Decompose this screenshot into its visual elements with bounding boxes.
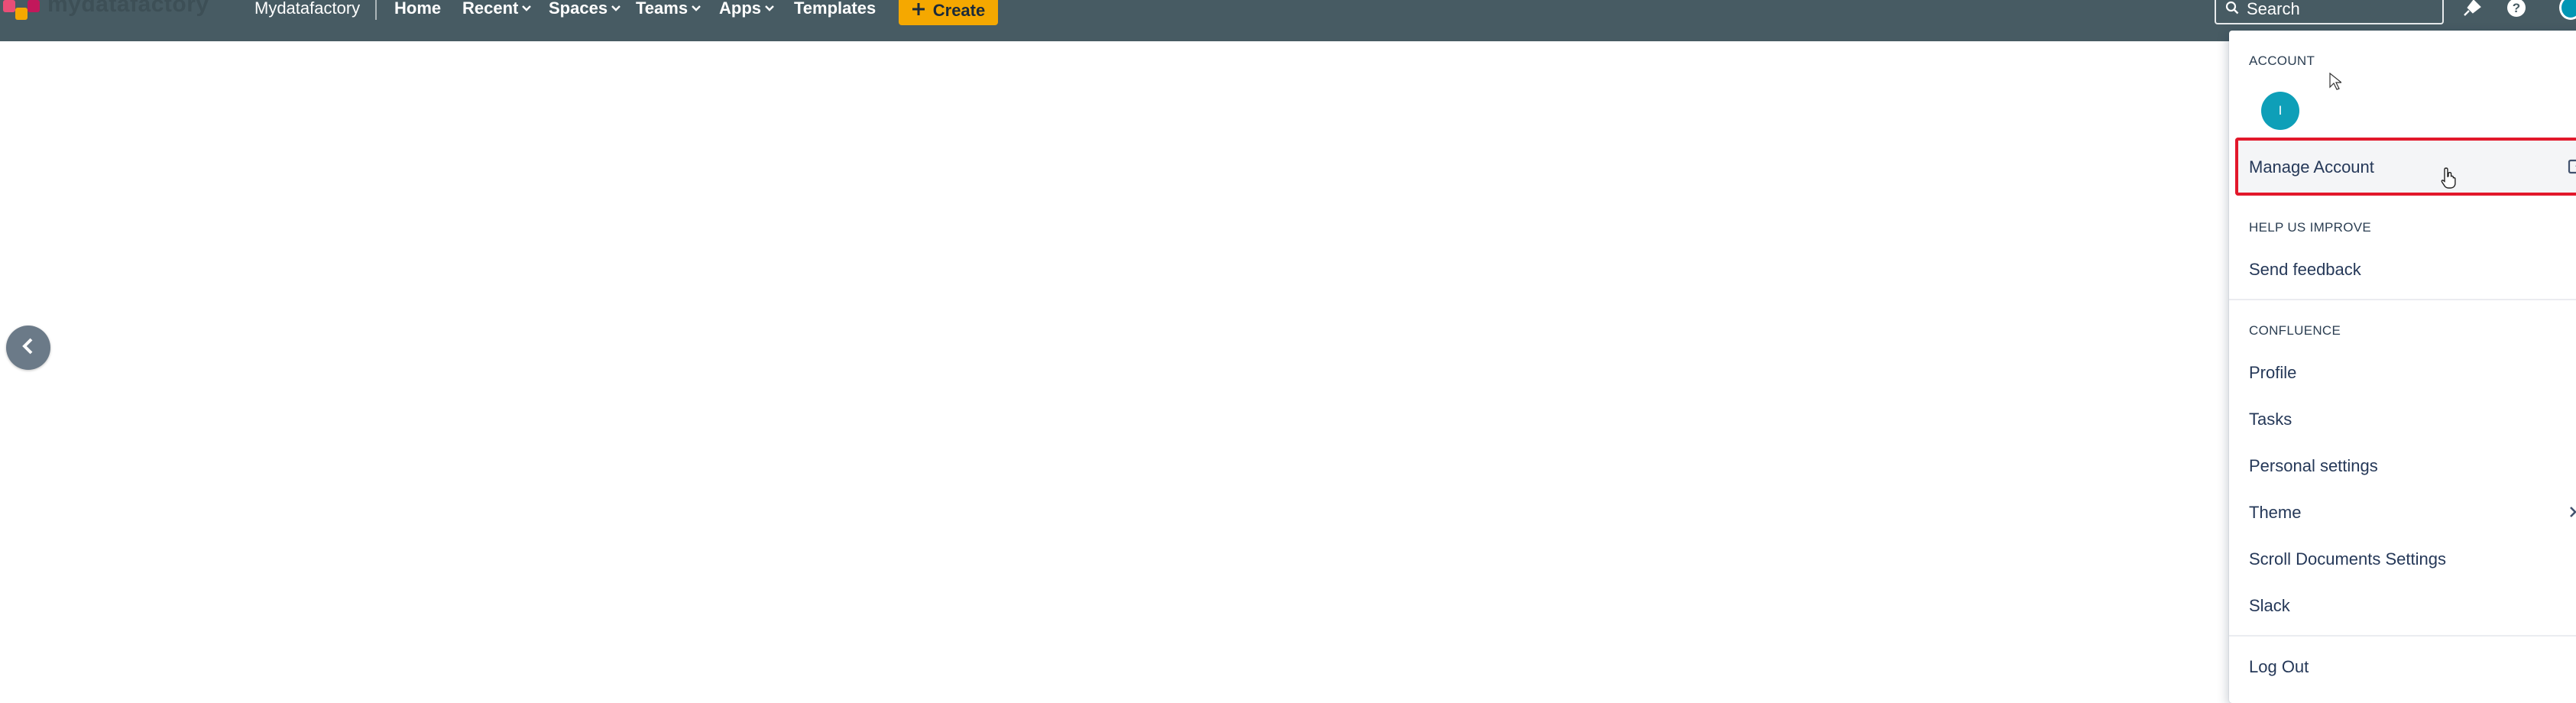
nav-teams[interactable]: Teams [636,0,702,20]
account-dropdown-menu: ACCOUNT I Manage Account HELP US IMPROVE… [2229,31,2576,703]
nav-divider [375,0,377,20]
help-icon[interactable]: ? [2503,0,2529,20]
menu-divider [2229,635,2576,637]
menu-divider [2229,299,2576,300]
user-avatar: I [2261,92,2299,130]
chevron-down-icon [521,0,532,17]
nav-apps[interactable]: Apps [719,0,775,20]
help-heading: HELP US IMPROVE [2249,220,2372,235]
search-icon [2225,0,2239,19]
create-button[interactable]: Create [899,0,998,25]
nav-templates[interactable]: Templates [794,0,876,20]
menu-item-theme[interactable]: Theme [2249,503,2301,523]
manage-account-link[interactable]: Manage Account [2249,157,2374,177]
nav-home-label: Home [394,0,442,18]
svg-text:?: ? [2513,1,2520,15]
chevron-down-icon [691,0,702,17]
top-navigation-bar: mydatafactory Mydatafactory Home Recent … [0,0,2576,41]
app-logo[interactable]: mydatafactory [0,0,209,20]
nav-spaces[interactable]: Spaces [549,0,621,20]
plus-icon [912,1,925,21]
nav-teams-label: Teams [636,0,689,18]
account-heading: ACCOUNT [2249,53,2315,68]
search-placeholder: Search [2247,0,2300,18]
chevron-right-icon [2568,505,2576,523]
external-link-icon [2567,157,2576,180]
avatar[interactable] [2559,0,2576,20]
chevron-down-icon [611,0,621,17]
hand-cursor-icon [2441,167,2458,193]
chevron-left-icon [21,337,36,359]
logo-mark-icon [0,0,43,20]
nav-apps-label: Apps [719,0,761,18]
menu-item-personal-settings[interactable]: Personal settings [2249,456,2378,476]
notifications-icon[interactable] [2458,0,2484,20]
carousel-prev-button[interactable] [6,326,50,370]
logo-text: mydatafactory [47,0,209,17]
chevron-down-icon [764,0,775,17]
site-name-link[interactable]: Mydatafactory [254,0,360,20]
nav-recent[interactable]: Recent [462,0,532,20]
log-out-link[interactable]: Log Out [2249,657,2309,677]
menu-item-profile[interactable]: Profile [2249,363,2296,383]
nav-spaces-label: Spaces [549,0,608,18]
nav-home[interactable]: Home [394,0,441,20]
nav-templates-label: Templates [794,0,876,18]
arrow-cursor-icon [2329,72,2343,95]
search-input[interactable]: Search [2215,0,2444,24]
confluence-heading: CONFLUENCE [2249,323,2341,338]
menu-item-scroll-documents-settings[interactable]: Scroll Documents Settings [2249,549,2446,569]
avatar-initial: I [2278,103,2283,118]
menu-item-tasks[interactable]: Tasks [2249,410,2292,429]
menu-item-slack[interactable]: Slack [2249,596,2290,616]
create-button-label: Create [932,0,986,20]
send-feedback-link[interactable]: Send feedback [2249,260,2361,280]
nav-recent-label: Recent [462,0,519,18]
